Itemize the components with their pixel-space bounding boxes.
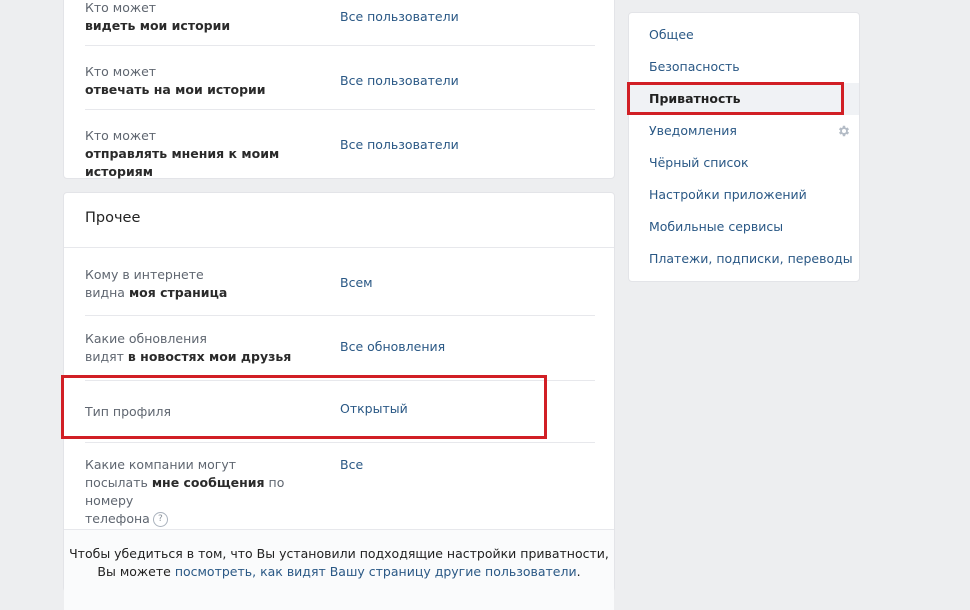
settings-menu: Общее Безопасность Приватность Уведомлен… xyxy=(628,12,860,282)
menu-item-blacklist[interactable]: Чёрный список xyxy=(629,147,859,179)
divider xyxy=(64,247,614,248)
label-bold-text: отвечать на мои истории xyxy=(85,82,266,97)
menu-item-app-settings[interactable]: Настройки приложений xyxy=(629,179,859,211)
setting-label: Какие компании могут посылать мне сообще… xyxy=(85,456,325,528)
privacy-check-note: Чтобы убедиться в том, что Вы установили… xyxy=(64,529,614,610)
divider xyxy=(85,109,595,110)
label-text: видят xyxy=(85,349,128,364)
setting-value-link[interactable]: Все пользователи xyxy=(340,73,459,88)
setting-value-link[interactable]: Открытый xyxy=(340,401,408,416)
note-text: Вы можете xyxy=(97,564,175,579)
divider xyxy=(85,45,595,46)
stories-privacy-card: Кто может видеть мои истории Все пользов… xyxy=(63,0,615,179)
gear-icon[interactable] xyxy=(837,124,851,138)
menu-item-general[interactable]: Общее xyxy=(629,19,859,51)
setting-label: Кто может отвечать на мои истории xyxy=(85,63,335,99)
menu-item-notifications[interactable]: Уведомления xyxy=(629,115,859,147)
view-page-as-others-link[interactable]: посмотреть, как видят Вашу страницу друг… xyxy=(175,564,577,579)
label-text: Какие обновления xyxy=(85,331,207,346)
label-text: Кто может xyxy=(85,0,157,15)
menu-item-payments[interactable]: Платежи, подписки, переводы xyxy=(629,243,859,275)
setting-value-link[interactable]: Все пользователи xyxy=(340,137,459,152)
label-bold-text: отправлять мнения к моим историям xyxy=(85,146,280,179)
menu-item-security[interactable]: Безопасность xyxy=(629,51,859,83)
setting-label: Кто может видеть мои истории xyxy=(85,0,335,35)
setting-label: Кому в интернете видна моя страница xyxy=(85,266,335,302)
divider xyxy=(85,380,595,381)
note-text-line2: Вы можете посмотреть, как видят Вашу стр… xyxy=(64,563,614,581)
label-bold-text: в новостях мои друзья xyxy=(127,349,292,364)
menu-item-mobile-services[interactable]: Мобильные сервисы xyxy=(629,211,859,243)
section-title: Прочее xyxy=(85,210,141,226)
setting-value-link[interactable]: Все обновления xyxy=(340,339,445,354)
note-text: Чтобы убедиться в том, что Вы установили… xyxy=(69,546,609,561)
note-text: . xyxy=(576,564,581,579)
setting-label: Какие обновления видят в новостях мои др… xyxy=(85,330,335,366)
divider xyxy=(85,442,595,443)
label-text: посылать xyxy=(85,475,152,490)
label-bold-text: мне сообщения xyxy=(151,475,265,490)
setting-value-link[interactable]: Всем xyxy=(340,275,373,290)
setting-label: Тип профиля xyxy=(85,404,171,419)
setting-label: Кто может отправлять мнения к моим истор… xyxy=(85,127,345,181)
divider xyxy=(85,315,595,316)
label-text: Кто может xyxy=(85,64,157,79)
setting-value-link[interactable]: Все пользователи xyxy=(340,9,459,24)
label-bold-text: видеть мои истории xyxy=(85,18,231,33)
help-icon[interactable]: ? xyxy=(152,512,168,527)
setting-value-link[interactable]: Все xyxy=(340,457,363,472)
label-text: Кто может xyxy=(85,128,157,143)
label-bold-text: моя страница xyxy=(128,285,228,300)
menu-item-label: Уведомления xyxy=(649,123,737,138)
label-text: видна xyxy=(85,285,129,300)
other-privacy-card: Прочее Кому в интернете видна моя страни… xyxy=(63,192,615,610)
menu-item-privacy[interactable]: Приватность xyxy=(629,83,859,115)
label-text: телефона xyxy=(85,511,150,526)
label-text: Кому в интернете xyxy=(85,267,204,282)
label-text: Какие компании могут xyxy=(85,457,237,472)
